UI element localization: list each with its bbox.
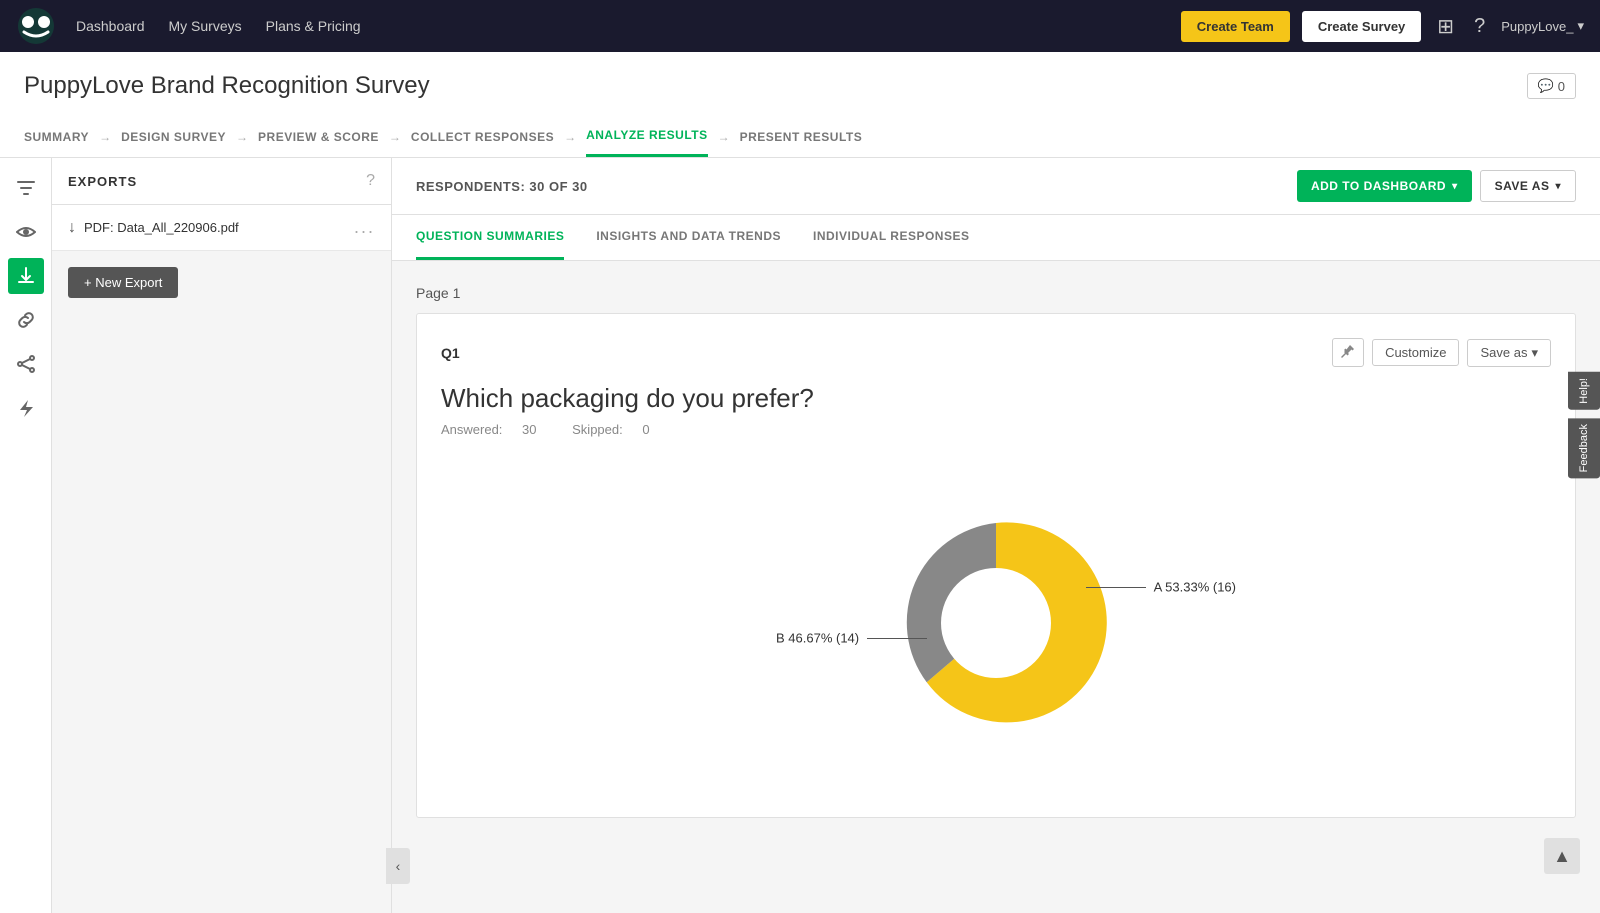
content-tabs: QUESTION SUMMARIES INSIGHTS AND DATA TRE… xyxy=(392,215,1600,261)
survey-title-row: PuppyLove Brand Recognition Survey 💬 0 xyxy=(24,72,1576,116)
export-icon-btn[interactable] xyxy=(8,258,44,294)
export-more-button[interactable]: ... xyxy=(354,217,375,238)
user-name: PuppyLove_ xyxy=(1501,19,1573,34)
scroll-up-button[interactable]: ▲ xyxy=(1544,838,1580,874)
question-meta: Answered: 30 Skipped: 0 xyxy=(441,422,1551,437)
nav-right: Create Team Create Survey ⊞ ? PuppyLove_… xyxy=(1181,10,1584,43)
survey-title: PuppyLove Brand Recognition Survey xyxy=(24,72,430,100)
add-dashboard-label: ADD TO DASHBOARD xyxy=(1311,179,1446,193)
survey-header: PuppyLove Brand Recognition Survey 💬 0 S… xyxy=(0,52,1600,158)
donut-hole xyxy=(941,568,1051,678)
nav-my-surveys[interactable]: My Surveys xyxy=(169,18,242,34)
comment-badge[interactable]: 💬 0 xyxy=(1527,73,1576,99)
page-label: Page 1 xyxy=(416,285,1576,301)
questions-area: Page 1 Q1 Customize Save as ▾ xyxy=(392,261,1600,913)
save-chart-button[interactable]: Save as ▾ xyxy=(1467,339,1551,367)
save-as-dropdown-icon: ▾ xyxy=(1555,181,1561,192)
question-number: Q1 xyxy=(441,345,460,361)
share-icon-btn[interactable] xyxy=(8,346,44,382)
lightning-icon-btn[interactable] xyxy=(8,390,44,426)
link-icon-btn[interactable] xyxy=(8,302,44,338)
question-text: Which packaging do you prefer? xyxy=(441,383,1551,414)
exports-title: EXPORTS xyxy=(68,174,137,189)
left-sidebar xyxy=(0,158,52,913)
feedback-tab[interactable]: Feedback xyxy=(1568,418,1600,478)
question-actions: Customize Save as ▾ xyxy=(1332,338,1551,367)
tab-question-summaries[interactable]: QUESTION SUMMARIES xyxy=(416,215,564,260)
view-icon-btn[interactable] xyxy=(8,214,44,250)
export-file-label: PDF: Data_All_220906.pdf xyxy=(84,220,346,235)
collapse-sidebar-button[interactable]: ‹ xyxy=(386,848,410,884)
help-tab[interactable]: Help! xyxy=(1568,372,1600,410)
logo[interactable] xyxy=(16,6,56,46)
content-area: RESPONDENTS: 30 of 30 ADD TO DASHBOARD ▾… xyxy=(392,158,1600,913)
chart-label-a: A 53.33% (16) xyxy=(1154,580,1236,595)
comment-count: 0 xyxy=(1558,79,1565,94)
step-analyze-results[interactable]: Analyze Results xyxy=(586,116,708,157)
tab-insights-data-trends[interactable]: INSIGHTS AND DATA TRENDS xyxy=(596,215,781,260)
grid-icon-button[interactable]: ⊞ xyxy=(1433,10,1458,43)
filter-icon-btn[interactable] xyxy=(8,170,44,206)
user-menu[interactable]: PuppyLove_ ▾ xyxy=(1501,18,1584,34)
step-preview-score[interactable]: Preview & Score xyxy=(258,118,379,156)
exports-help-icon[interactable]: ? xyxy=(366,172,375,190)
step-design-survey[interactable]: Design Survey xyxy=(121,118,226,156)
add-dashboard-dropdown-icon: ▾ xyxy=(1452,181,1458,192)
save-chart-dropdown-icon: ▾ xyxy=(1531,345,1538,361)
add-to-dashboard-button[interactable]: ADD TO DASHBOARD ▾ xyxy=(1297,170,1472,202)
step-arrow-3: → xyxy=(389,130,401,144)
answered-label: Answered: 30 xyxy=(441,422,556,437)
create-team-button[interactable]: Create Team xyxy=(1181,11,1290,42)
donut-chart xyxy=(876,503,1116,743)
skipped-label: Skipped: 0 xyxy=(572,422,665,437)
top-navigation: Dashboard My Surveys Plans & Pricing Cre… xyxy=(0,0,1600,52)
step-collect-responses[interactable]: Collect Responses xyxy=(411,118,554,156)
save-as-label: SAVE AS xyxy=(1495,179,1550,193)
export-item: ↓ PDF: Data_All_220906.pdf ... xyxy=(52,205,391,251)
step-arrow-1: → xyxy=(99,130,111,144)
pin-button[interactable] xyxy=(1332,338,1364,367)
chart-container: B 46.67% (14) xyxy=(441,453,1551,793)
export-download-icon: ↓ xyxy=(68,219,76,237)
new-export-button[interactable]: + New Export xyxy=(68,267,178,298)
step-arrow-4: → xyxy=(564,130,576,144)
nav-dashboard[interactable]: Dashboard xyxy=(76,18,145,34)
step-navigation: Summary → Design Survey → Preview & Scor… xyxy=(24,116,1576,157)
exports-panel: EXPORTS ? ↓ PDF: Data_All_220906.pdf ...… xyxy=(52,158,392,913)
nav-links: Dashboard My Surveys Plans & Pricing xyxy=(76,18,1181,34)
content-toolbar: RESPONDENTS: 30 of 30 ADD TO DASHBOARD ▾… xyxy=(392,158,1600,215)
step-present-results[interactable]: Present Results xyxy=(740,118,863,156)
step-summary[interactable]: Summary xyxy=(24,118,89,156)
toolbar-right: ADD TO DASHBOARD ▾ SAVE AS ▾ xyxy=(1297,170,1576,202)
step-arrow-2: → xyxy=(236,130,248,144)
main-layout: EXPORTS ? ↓ PDF: Data_All_220906.pdf ...… xyxy=(0,158,1600,913)
comment-icon: 💬 xyxy=(1538,78,1554,94)
respondents-label: RESPONDENTS: 30 of 30 xyxy=(416,179,588,194)
step-arrow-5: → xyxy=(718,130,730,144)
chart-label-b: B 46.67% (14) xyxy=(776,631,859,646)
help-icon-button[interactable]: ? xyxy=(1470,11,1489,42)
save-as-button[interactable]: SAVE AS ▾ xyxy=(1480,170,1576,202)
question-card-header: Q1 Customize Save as ▾ xyxy=(441,338,1551,367)
question-card: Q1 Customize Save as ▾ Which packaging d… xyxy=(416,313,1576,818)
customize-button[interactable]: Customize xyxy=(1372,339,1459,366)
tab-individual-responses[interactable]: INDIVIDUAL RESPONSES xyxy=(813,215,969,260)
nav-plans-pricing[interactable]: Plans & Pricing xyxy=(266,18,361,34)
create-survey-button[interactable]: Create Survey xyxy=(1302,11,1421,42)
user-dropdown-icon: ▾ xyxy=(1577,18,1584,34)
exports-header: EXPORTS ? xyxy=(52,158,391,205)
save-chart-label: Save as xyxy=(1480,345,1527,360)
